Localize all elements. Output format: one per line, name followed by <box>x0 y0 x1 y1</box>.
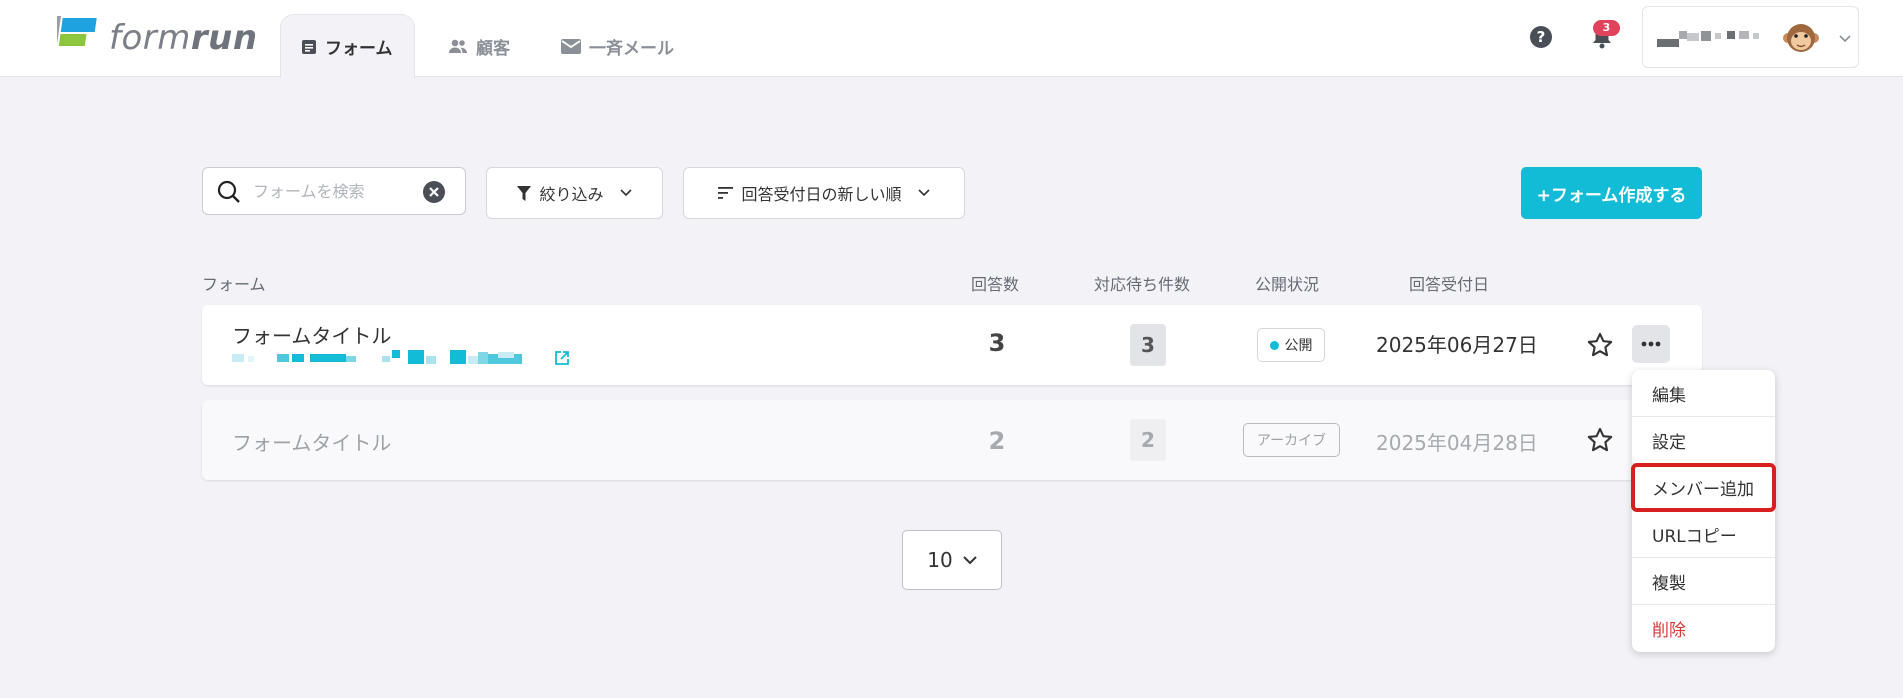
flag-logo-icon <box>57 16 97 60</box>
pending-count[interactable]: 3 <box>1130 324 1166 366</box>
question-circle-icon: ? <box>1530 26 1552 48</box>
tab-label: フォーム <box>325 39 393 59</box>
received-date: 2025年04月28日 <box>1376 431 1538 455</box>
table-row[interactable]: フォームタイトル 2 2 アーカイブ 2025年04月28日 <box>202 400 1702 480</box>
status-badge: アーカイブ <box>1243 423 1340 457</box>
filter-button[interactable]: 絞り込み <box>486 167 663 219</box>
tab-customers[interactable]: 顧客 <box>428 14 530 78</box>
tab-forms[interactable]: フォーム <box>280 14 415 78</box>
form-title[interactable]: フォームタイトル <box>232 427 391 456</box>
help-button[interactable]: ? <box>1526 22 1556 52</box>
menu-item-settings[interactable]: 設定 <box>1632 417 1775 464</box>
menu-item-edit[interactable]: 編集 <box>1632 370 1775 417</box>
svg-text:?: ? <box>1537 28 1546 46</box>
star-icon[interactable] <box>1586 426 1614 454</box>
sort-button[interactable]: 回答受付日の新しい順 <box>683 167 965 219</box>
tab-label: 一斉メール <box>589 38 674 59</box>
status-badge: 公開 <box>1257 328 1325 362</box>
ellipsis-icon <box>1641 341 1661 347</box>
row-actions-menu: 編集 設定 メンバー追加 URLコピー 複製 削除 <box>1631 370 1776 652</box>
column-header-form: フォーム <box>202 275 266 294</box>
status-label: 公開 <box>1284 338 1313 354</box>
sort-label: 回答受付日の新しい順 <box>741 185 902 204</box>
chevron-down-icon <box>917 189 930 197</box>
external-link-icon[interactable] <box>554 350 570 366</box>
search-input[interactable] <box>253 176 413 206</box>
response-count[interactable]: 3 <box>967 329 1027 357</box>
account-menu-button[interactable] <box>1642 6 1859 68</box>
filter-label: 絞り込み <box>539 185 604 204</box>
more-actions-button[interactable] <box>1632 325 1670 363</box>
filter-icon <box>517 185 532 201</box>
form-title[interactable]: フォームタイトル <box>232 320 391 349</box>
mail-icon <box>561 38 581 54</box>
column-header-responses: 回答数 <box>971 275 1020 294</box>
chevron-down-icon <box>963 555 977 564</box>
redacted-form-url[interactable] <box>232 350 552 368</box>
menu-item-copy-url[interactable]: URLコピー <box>1632 511 1775 558</box>
formrun-logo[interactable]: formrun <box>57 16 258 60</box>
status-label: アーカイブ <box>1256 433 1327 449</box>
logo-wordmark: formrun <box>109 18 258 58</box>
received-date: 2025年06月27日 <box>1376 333 1538 357</box>
menu-item-duplicate[interactable]: 複製 <box>1632 558 1775 605</box>
app-header: formrun フォーム 顧客 一斉メール ? 3 <box>0 0 1903 78</box>
search-icon <box>217 180 240 203</box>
column-header-status: 公開状況 <box>1255 275 1320 294</box>
star-icon[interactable] <box>1586 331 1614 359</box>
column-header-pending: 対応待ち件数 <box>1094 275 1191 294</box>
monkey-avatar-icon <box>1783 24 1819 52</box>
column-header-date: 回答受付日 <box>1409 275 1490 294</box>
tab-label: 顧客 <box>476 38 510 59</box>
chevron-down-icon <box>619 189 632 197</box>
chevron-down-icon <box>1839 35 1851 43</box>
pending-count[interactable]: 2 <box>1130 419 1166 461</box>
response-count[interactable]: 2 <box>967 427 1027 455</box>
per-page-value: 10 <box>927 548 953 572</box>
clear-search-icon[interactable] <box>423 181 445 203</box>
people-icon <box>449 39 467 53</box>
menu-item-delete[interactable]: 削除 <box>1632 605 1775 652</box>
tab-bulk-mail[interactable]: 一斉メール <box>541 14 694 78</box>
notification-count-badge: 3 <box>1593 20 1620 36</box>
table-row[interactable]: フォームタイトル 3 3 公開 2025年06月27日 <box>202 305 1702 385</box>
published-dot-icon <box>1269 340 1279 350</box>
form-search-box <box>202 167 466 215</box>
create-form-button[interactable]: +フォーム作成する <box>1521 167 1702 219</box>
menu-item-add-member[interactable]: メンバー追加 <box>1631 463 1776 512</box>
per-page-select[interactable]: 10 <box>902 530 1002 590</box>
form-icon <box>302 39 316 54</box>
sort-lines-icon <box>718 187 734 199</box>
